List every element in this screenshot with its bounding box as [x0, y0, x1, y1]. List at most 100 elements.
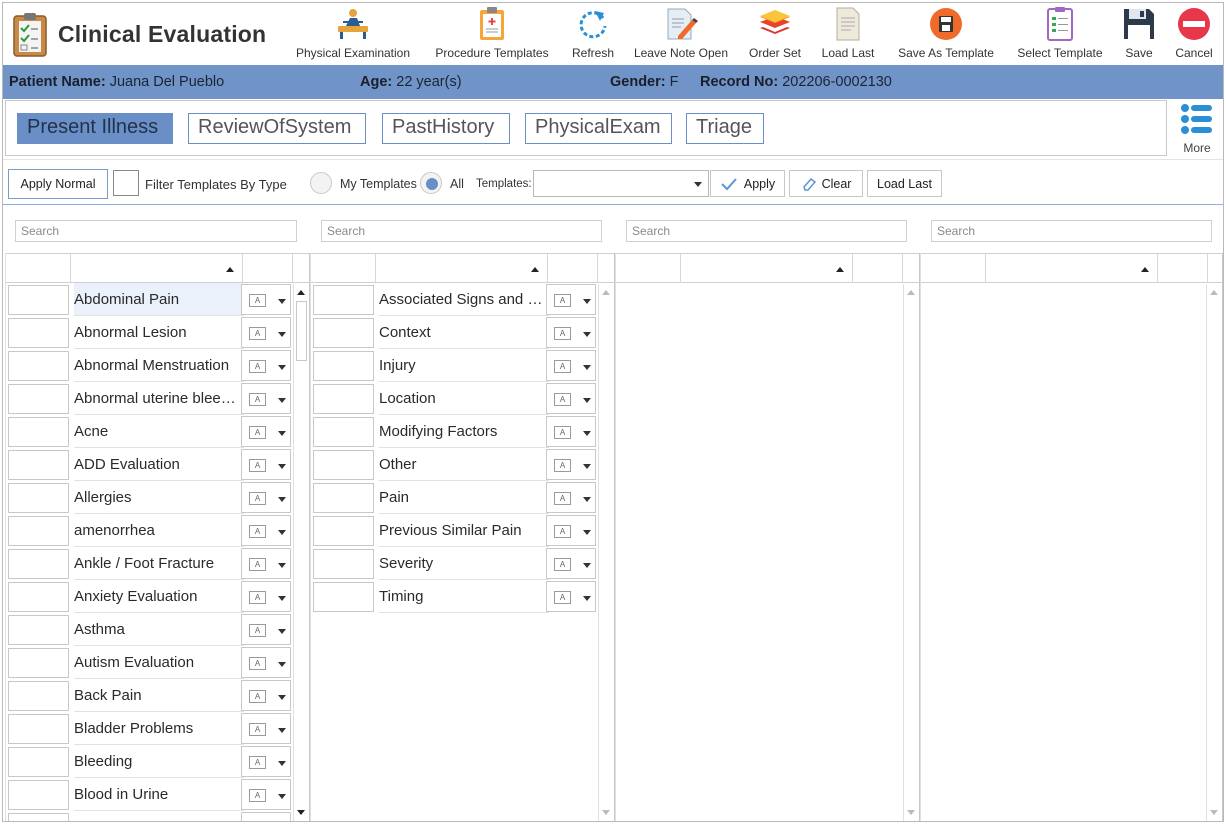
- procedure-templates-button[interactable]: Procedure Templates: [433, 5, 551, 63]
- cancel-button[interactable]: Cancel: [1171, 5, 1217, 63]
- row-label[interactable]: Back Pain: [74, 679, 244, 712]
- row-template-dropdown[interactable]: A: [546, 383, 596, 414]
- table-row[interactable]: Anxiety Evaluation A: [6, 580, 291, 613]
- table-row[interactable]: Abnormal Lesion A: [6, 316, 291, 349]
- row-value-cell[interactable]: [313, 582, 374, 612]
- physical-examination-button[interactable]: Physical Examination: [296, 5, 410, 63]
- row-template-dropdown[interactable]: A: [546, 482, 596, 513]
- grid-header-name[interactable]: [376, 254, 548, 283]
- table-row[interactable]: Modifying Factors A: [311, 415, 596, 448]
- row-template-dropdown[interactable]: A: [241, 680, 291, 711]
- clear-button[interactable]: Clear: [789, 170, 863, 197]
- table-row[interactable]: Allergies A: [6, 481, 291, 514]
- row-label[interactable]: Severity: [379, 547, 549, 580]
- table-row[interactable]: Timing A: [311, 580, 596, 613]
- table-row[interactable]: Bleeding A: [6, 745, 291, 778]
- table-row[interactable]: Abnormal uterine bleeding A: [6, 382, 291, 415]
- row-value-cell[interactable]: [313, 450, 374, 480]
- row-label[interactable]: [74, 811, 244, 821]
- row-label[interactable]: Bladder Problems: [74, 712, 244, 745]
- row-value-cell[interactable]: [313, 417, 374, 447]
- row-label[interactable]: Modifying Factors: [379, 415, 549, 448]
- tab-triage[interactable]: Triage: [686, 113, 764, 144]
- row-label[interactable]: Anxiety Evaluation: [74, 580, 244, 613]
- scroll-down-icon[interactable]: [297, 810, 305, 815]
- row-value-cell[interactable]: [8, 780, 69, 810]
- row-value-cell[interactable]: [313, 516, 374, 546]
- search-input-4[interactable]: [931, 220, 1212, 242]
- more-button[interactable]: More: [1175, 103, 1219, 155]
- row-template-dropdown[interactable]: A: [241, 614, 291, 645]
- table-row[interactable]: Acne A: [6, 415, 291, 448]
- all-radio[interactable]: [420, 172, 442, 194]
- grid-header-name[interactable]: [681, 254, 853, 283]
- tab-physical-exam[interactable]: PhysicalExam: [525, 113, 672, 144]
- row-template-dropdown[interactable]: A: [241, 779, 291, 810]
- row-template-dropdown[interactable]: A: [546, 317, 596, 348]
- grid-header-name[interactable]: [71, 254, 243, 283]
- table-row[interactable]: Previous Similar Pain A: [311, 514, 596, 547]
- table-row[interactable]: Bladder Problems A: [6, 712, 291, 745]
- row-label[interactable]: Abdominal Pain: [74, 283, 244, 316]
- search-input-1[interactable]: [15, 220, 297, 242]
- table-row[interactable]: A: [6, 811, 291, 821]
- tab-past-history[interactable]: PastHistory: [382, 113, 510, 144]
- row-value-cell[interactable]: [8, 549, 69, 579]
- search-input-2[interactable]: [321, 220, 602, 242]
- row-label[interactable]: Context: [379, 316, 549, 349]
- vertical-scrollbar[interactable]: [293, 284, 309, 821]
- filter-by-type-checkbox[interactable]: [113, 170, 139, 196]
- grid-header-name[interactable]: [986, 254, 1158, 283]
- row-template-dropdown[interactable]: A: [241, 515, 291, 546]
- table-row[interactable]: Associated Signs and Symptoms A: [311, 283, 596, 316]
- row-value-cell[interactable]: [8, 648, 69, 678]
- row-template-dropdown[interactable]: A: [546, 581, 596, 612]
- row-label[interactable]: Previous Similar Pain: [379, 514, 549, 547]
- row-template-dropdown[interactable]: A: [241, 647, 291, 678]
- row-template-dropdown[interactable]: A: [241, 713, 291, 744]
- row-value-cell[interactable]: [313, 384, 374, 414]
- row-template-dropdown[interactable]: A: [546, 350, 596, 381]
- row-label[interactable]: Asthma: [74, 613, 244, 646]
- scroll-down-icon[interactable]: [907, 810, 915, 815]
- row-template-dropdown[interactable]: A: [241, 416, 291, 447]
- row-label[interactable]: Acne: [74, 415, 244, 448]
- row-template-dropdown[interactable]: A: [241, 383, 291, 414]
- row-value-cell[interactable]: [8, 285, 69, 315]
- row-value-cell[interactable]: [8, 384, 69, 414]
- row-value-cell[interactable]: [313, 483, 374, 513]
- row-label[interactable]: Location: [379, 382, 549, 415]
- row-label[interactable]: Pain: [379, 481, 549, 514]
- my-templates-radio[interactable]: [310, 172, 332, 194]
- table-row[interactable]: Other A: [311, 448, 596, 481]
- row-value-cell[interactable]: [8, 516, 69, 546]
- row-label[interactable]: Bleeding: [74, 745, 244, 778]
- save-button[interactable]: Save: [1117, 5, 1161, 63]
- row-template-dropdown[interactable]: A: [241, 581, 291, 612]
- row-value-cell[interactable]: [313, 285, 374, 315]
- row-value-cell[interactable]: [8, 450, 69, 480]
- load-last-button[interactable]: Load Last: [867, 170, 942, 197]
- table-row[interactable]: ADD Evaluation A: [6, 448, 291, 481]
- row-label[interactable]: Allergies: [74, 481, 244, 514]
- row-template-dropdown[interactable]: A: [546, 416, 596, 447]
- order-set-button[interactable]: Order Set: [745, 5, 805, 63]
- row-value-cell[interactable]: [8, 582, 69, 612]
- refresh-button[interactable]: Refresh: [568, 5, 618, 63]
- row-value-cell[interactable]: [8, 483, 69, 513]
- scroll-thumb[interactable]: [296, 301, 307, 361]
- apply-button[interactable]: Apply: [710, 170, 785, 197]
- row-value-cell[interactable]: [8, 615, 69, 645]
- row-label[interactable]: Autism Evaluation: [74, 646, 244, 679]
- save-as-template-button[interactable]: Save As Template: [896, 5, 996, 63]
- scroll-up-icon[interactable]: [907, 290, 915, 295]
- row-value-cell[interactable]: [8, 714, 69, 744]
- row-template-dropdown[interactable]: A: [546, 548, 596, 579]
- row-label[interactable]: Abnormal Menstruation: [74, 349, 244, 382]
- row-template-dropdown[interactable]: A: [241, 548, 291, 579]
- row-label[interactable]: ADD Evaluation: [74, 448, 244, 481]
- table-row[interactable]: Injury A: [311, 349, 596, 382]
- row-template-dropdown[interactable]: A: [241, 449, 291, 480]
- row-template-dropdown[interactable]: A: [546, 515, 596, 546]
- table-row[interactable]: Context A: [311, 316, 596, 349]
